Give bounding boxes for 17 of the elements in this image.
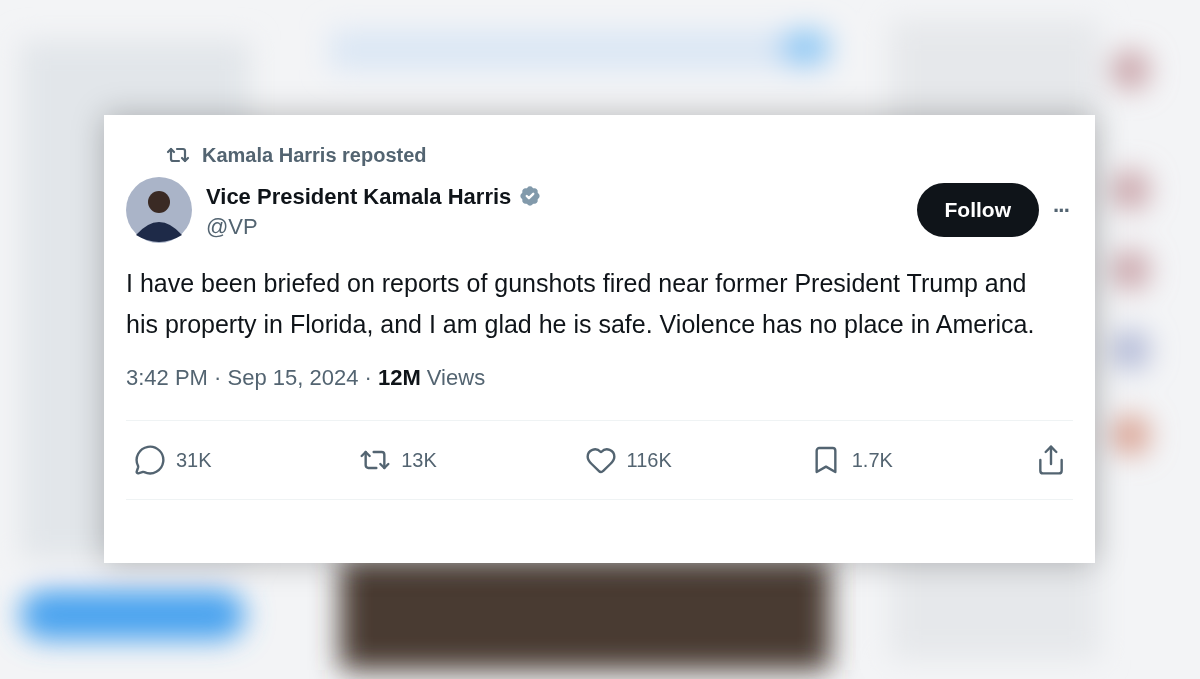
author-handle[interactable]: @VP (206, 212, 544, 241)
action-count: 116K (626, 448, 672, 473)
speech-bubble-icon (134, 444, 166, 476)
repost-button[interactable]: 13K (359, 444, 540, 476)
tweet-meta: 3:42 PM · Sep 15, 2024 · 12M Views (126, 365, 486, 390)
repost-notice: Kamala Harris reposted (202, 143, 427, 168)
action-count: 13K (401, 448, 437, 473)
bookmark-button[interactable]: 1.7K (809, 444, 990, 476)
author-name[interactable]: Vice President Kamala Harris (206, 179, 512, 213)
action-count: 1.7K (851, 448, 893, 473)
reply-button[interactable]: 31K (134, 444, 314, 476)
action-count: 31K (176, 448, 212, 473)
avatar (126, 177, 192, 243)
like-button[interactable]: 116K (584, 444, 765, 476)
tweet-text: I have been briefed on reports of gunshots fired near former President Trump and his property in Florida, and I am glad he is safe. Violence has no place in America. (126, 268, 1036, 340)
follow-button[interactable]: Follow (916, 183, 1039, 237)
more-button[interactable]: ··· (1053, 193, 1069, 227)
